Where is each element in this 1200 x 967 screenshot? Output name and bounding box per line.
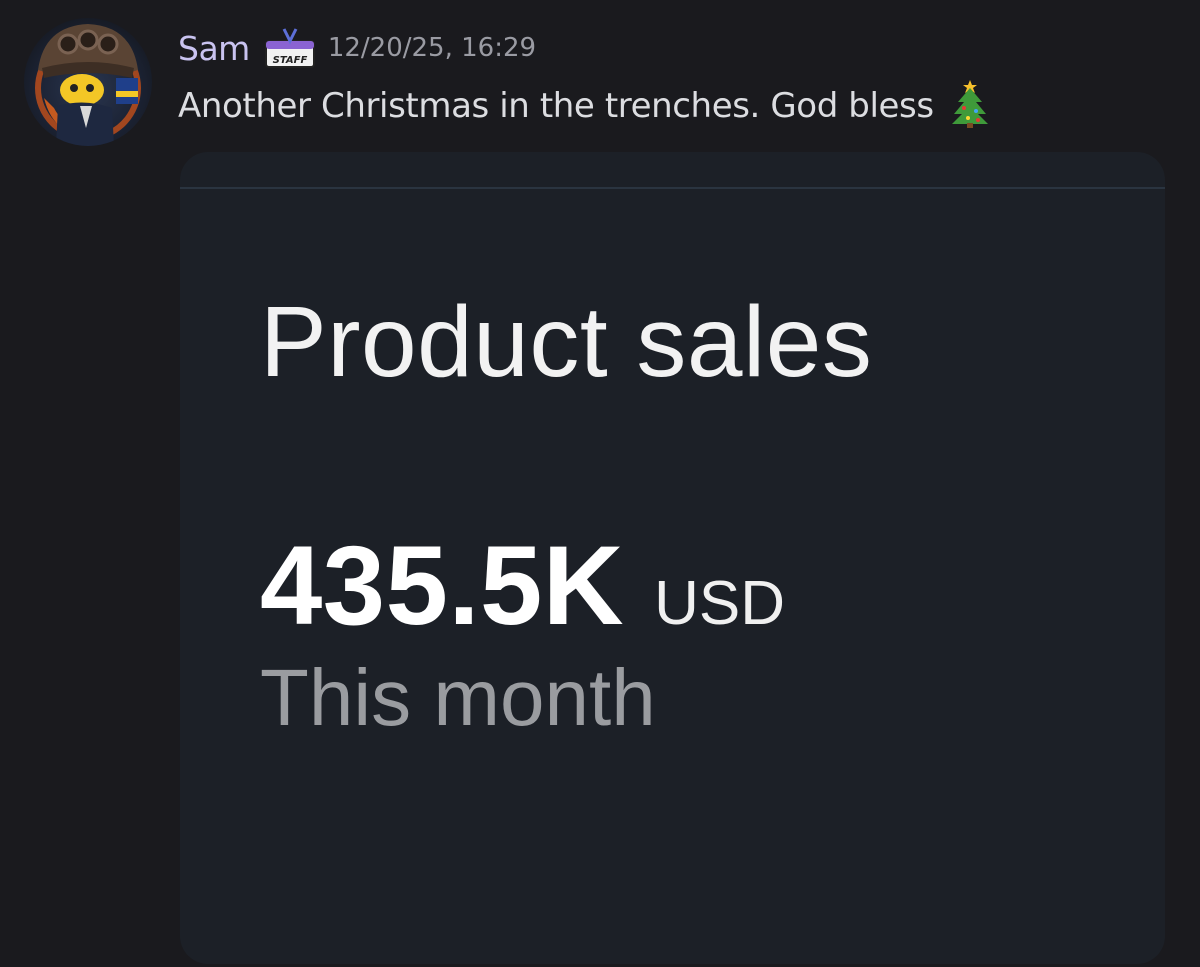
message-header: Sam STAFF 12/20/25, 16:29: [178, 26, 536, 70]
chat-message: Sam STAFF 12/20/25, 16:29 Another Christ…: [0, 0, 1200, 967]
user-avatar[interactable]: [24, 18, 152, 146]
message-content: Another Christmas in the trenches. God b…: [178, 80, 992, 128]
avatar-image: [35, 24, 141, 146]
message-timestamp[interactable]: 12/20/25, 16:29: [328, 33, 536, 63]
svg-text:STAFF: STAFF: [273, 55, 308, 66]
username[interactable]: Sam: [178, 29, 250, 68]
metric-unit: USD: [654, 569, 786, 638]
message-text: Another Christmas in the trenches. God b…: [178, 86, 934, 126]
metric-row: 435.5K USD: [260, 530, 785, 642]
christmas-tree-icon: [948, 78, 992, 128]
card-divider: [180, 187, 1165, 189]
image-attachment[interactable]: Product sales 435.5K USD This month: [180, 152, 1165, 964]
staff-badge-icon[interactable]: STAFF: [264, 27, 316, 71]
card-title: Product sales: [260, 286, 873, 398]
metric-period: This month: [260, 653, 656, 742]
metric-value: 435.5K: [260, 523, 625, 648]
